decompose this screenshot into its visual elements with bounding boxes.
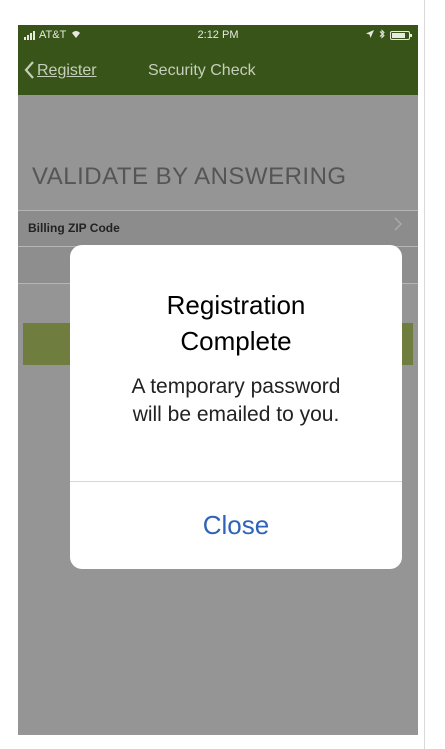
alert-message-line: will be emailed to you. [132,403,340,426]
alert-message: A temporary password will be emailed to … [70,373,402,429]
alert-title-line: Complete [180,326,292,356]
alert-title-line: Registration [166,290,306,320]
alert-message-line: A temporary password [131,375,341,398]
registration-alert: Registration Complete A temporary passwo… [70,245,402,569]
alert-title: Registration Complete [70,287,402,359]
close-button[interactable]: Close [70,482,402,569]
frame-border [424,0,425,749]
phone-screen: AT&T 2:12 PM Register Security Check VAL… [18,25,418,735]
